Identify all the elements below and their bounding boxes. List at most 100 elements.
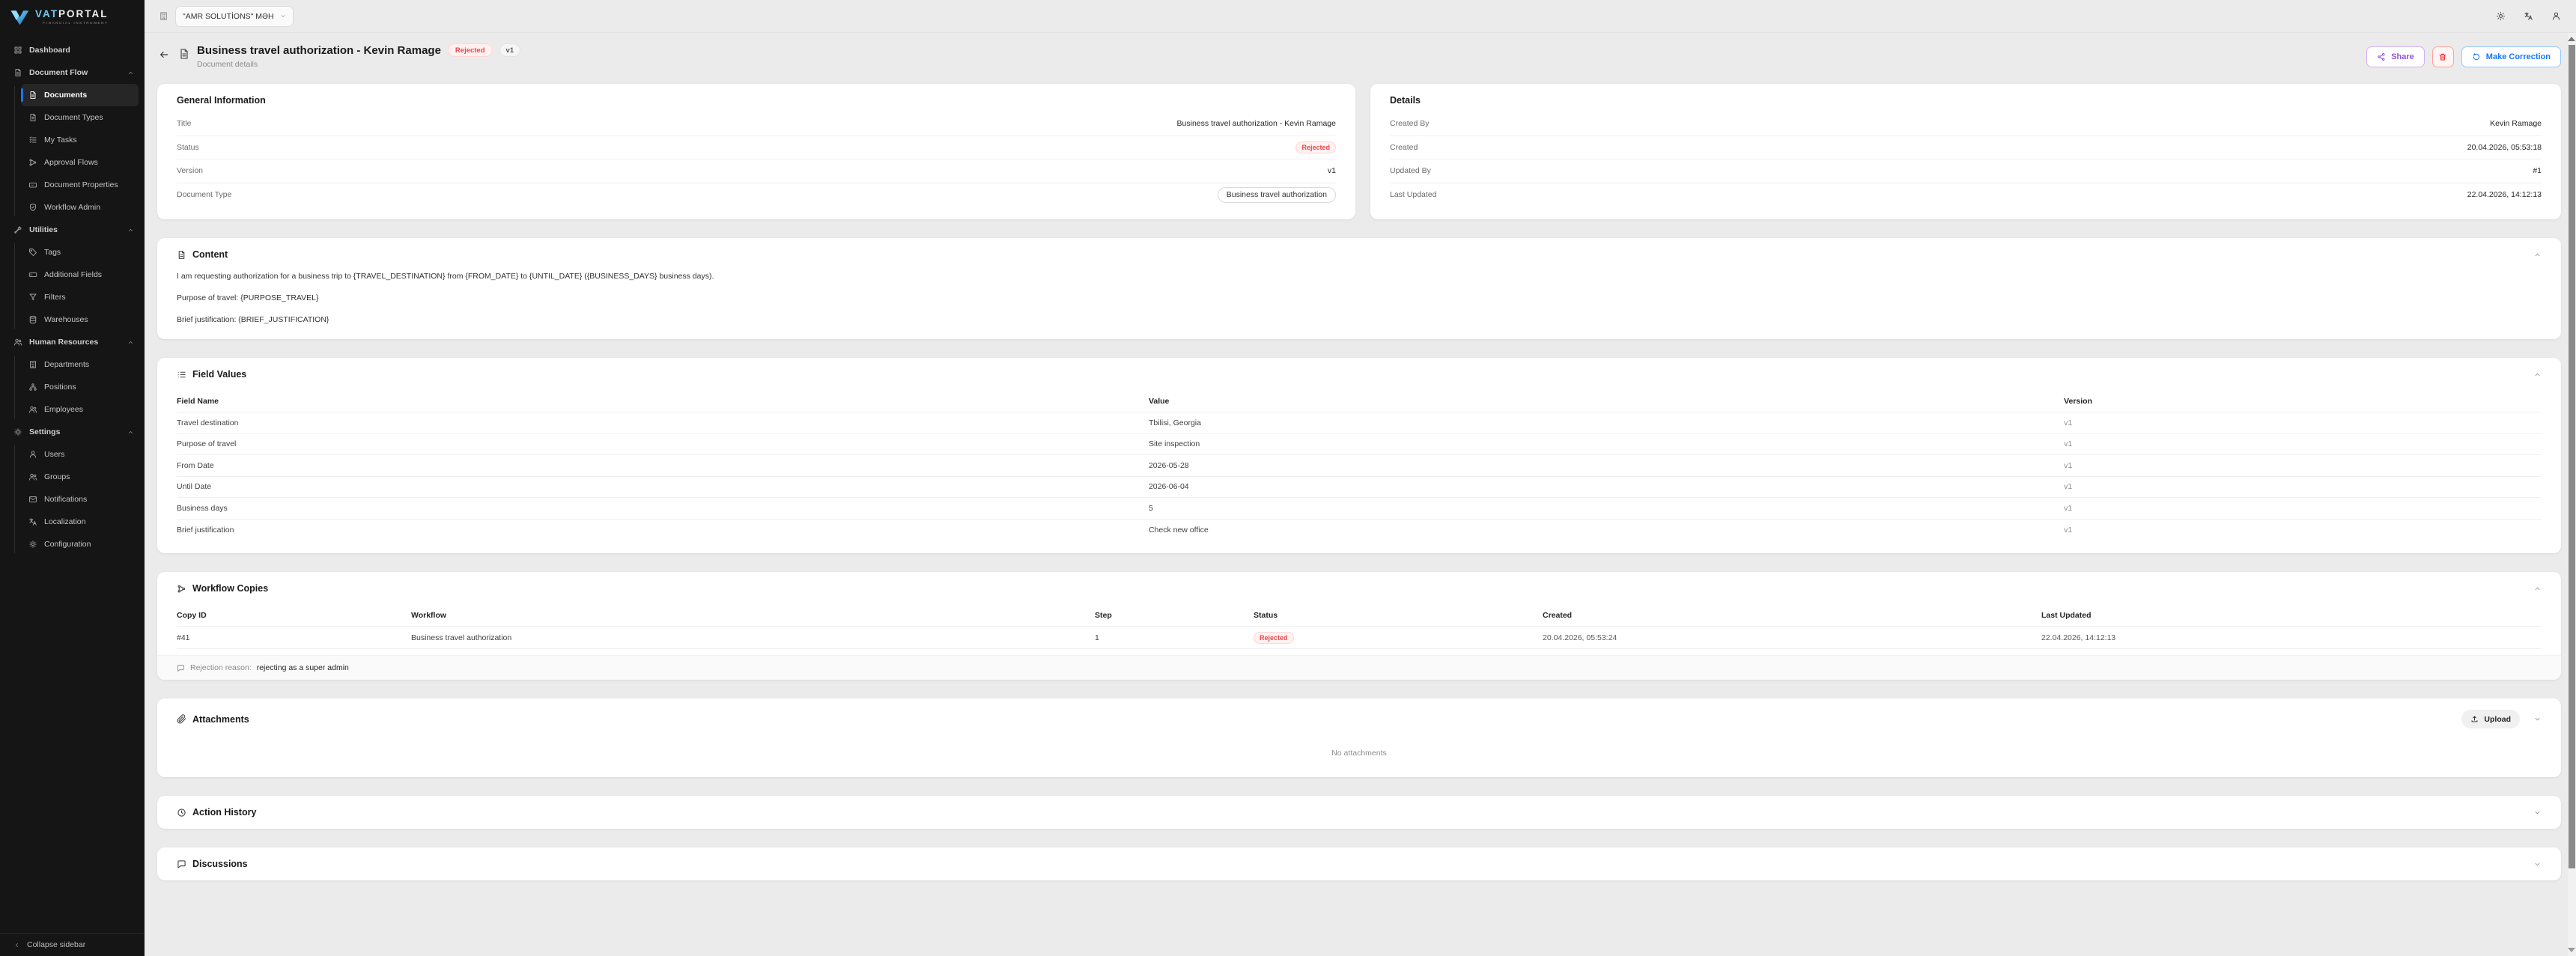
rejection-reason-row: Rejection reason: rejecting as a super a…: [157, 655, 2561, 680]
sidebar-item-label: Documents: [44, 91, 88, 100]
chevron-up-icon[interactable]: [2533, 585, 2542, 593]
section-title: Workflow Copies: [192, 583, 269, 594]
status-badge: Rejected: [1295, 141, 1336, 153]
scrollbar-up-arrow[interactable]: [2568, 37, 2575, 41]
step: 1: [1095, 633, 1099, 642]
people-icon: [28, 472, 37, 481]
last-updated-at: 22.04.2026, 14:12:13: [2041, 633, 2116, 642]
chevron-up-icon[interactable]: [2533, 251, 2542, 259]
section-title: Action History: [192, 807, 257, 818]
translate-icon[interactable]: [2524, 11, 2533, 21]
logo-vat: VAT: [35, 8, 58, 20]
delete-button[interactable]: [2431, 46, 2454, 67]
table-row: Business days 5 v1: [177, 498, 2542, 520]
app-root: VATPORTAL FINANCIAL INSTRUMENT Dashboard…: [0, 0, 2576, 956]
sidebar-item-workflow-admin[interactable]: Workflow Admin: [21, 196, 139, 219]
sidebar-item-label: Dashboard: [29, 46, 70, 55]
wrench-icon: [13, 225, 22, 234]
sidebar-item-label: Document Types: [44, 113, 103, 122]
chevron-up-icon: [127, 70, 134, 76]
sidebar-item-configuration[interactable]: Configuration: [21, 533, 139, 555]
sitemap-icon: [28, 383, 37, 392]
sidebar-item-my-tasks[interactable]: My Tasks: [21, 129, 139, 151]
copy-id: #41: [177, 633, 190, 642]
sidebar-item-additional-fields[interactable]: Additional Fields: [21, 264, 139, 286]
card-title: Details: [1390, 95, 1421, 106]
user-icon[interactable]: [2551, 11, 2561, 21]
utilities-children: Tags Additional Fields Filters Warehouse…: [0, 241, 145, 331]
sidebar-group-document-flow[interactable]: Document Flow: [0, 61, 145, 84]
section-title: Field Values: [192, 369, 247, 380]
share-button[interactable]: Share: [2366, 46, 2425, 67]
attachments-card: Attachments Upload No attachments: [157, 698, 2561, 777]
collapse-sidebar-button[interactable]: Collapse sidebar: [0, 933, 145, 956]
sidebar-item-groups[interactable]: Groups: [21, 466, 139, 488]
clock-history-icon: [177, 808, 186, 818]
app-logo: VATPORTAL FINANCIAL INSTRUMENT: [0, 0, 145, 34]
share-nodes-icon: [2377, 52, 2386, 61]
shield-check-icon: [28, 203, 37, 212]
gear-icon: [28, 540, 37, 549]
chevron-down-icon[interactable]: [2533, 715, 2542, 723]
sidebar-item-label: Users: [44, 450, 65, 459]
info-row-document-type: Document Type Business travel authorizat…: [177, 183, 1336, 207]
sidebar-item-approval-flows[interactable]: Approval Flows: [21, 151, 139, 174]
sidebar-item-filters[interactable]: Filters: [21, 286, 139, 308]
chevron-down-icon[interactable]: [2533, 860, 2542, 868]
content-body: I am requesting authorization for a busi…: [177, 272, 2542, 324]
sidebar-item-label: Departments: [44, 360, 90, 369]
upload-icon: [2470, 715, 2479, 723]
sidebar-item-users[interactable]: Users: [21, 443, 139, 466]
card-icon: [28, 180, 37, 189]
sidebar-item-positions[interactable]: Positions: [21, 376, 139, 398]
field-values-card: Field Values Field Name Value Version Tr…: [157, 358, 2561, 553]
details-card: Details Created By Kevin Ramage Created …: [1370, 84, 2561, 219]
scrollbar-thumb[interactable]: [2569, 45, 2575, 868]
sidebar-item-documents[interactable]: Documents: [21, 84, 139, 106]
chevron-left-icon: [13, 942, 20, 949]
sidebar-item-dashboard[interactable]: Dashboard: [0, 39, 145, 61]
sidebar-item-label: Workflow Admin: [44, 203, 101, 212]
sidebar-group-utilities[interactable]: Utilities: [0, 219, 145, 241]
tenant-selector[interactable]: "AMR SOLUTİONS" MƏHDU: [175, 5, 294, 27]
sidebar-item-employees[interactable]: Employees: [21, 398, 139, 421]
section-title: Content: [192, 249, 228, 260]
logo-tagline: FINANCIAL INSTRUMENT: [43, 20, 109, 25]
scrollbar[interactable]: [2568, 33, 2576, 956]
upload-button[interactable]: Upload: [2461, 710, 2520, 728]
sidebar-item-label: Tags: [44, 248, 61, 257]
chevron-up-icon[interactable]: [2533, 371, 2542, 379]
title-block: Business travel authorization - Kevin Ra…: [197, 43, 521, 69]
sidebar-item-label: Configuration: [44, 540, 91, 549]
collapse-sidebar-label: Collapse sidebar: [27, 940, 86, 949]
chevron-down-icon: [280, 13, 286, 19]
chat-icon: [177, 664, 185, 672]
translate-icon: [28, 517, 37, 526]
info-row-title: Title Business travel authorization - Ke…: [177, 112, 1336, 136]
sidebar-item-document-types[interactable]: Document Types: [21, 106, 139, 129]
sidebar-item-warehouses[interactable]: Warehouses: [21, 308, 139, 331]
scrollbar-down-arrow[interactable]: [2568, 948, 2575, 952]
table-row: Purpose of travel Site inspection v1: [177, 434, 2542, 455]
sidebar-item-label: Warehouses: [44, 315, 88, 324]
sidebar-nav: Dashboard Document Flow Documents Docume…: [0, 34, 145, 933]
page-subtitle: Document details: [197, 60, 258, 69]
sun-icon[interactable]: [2496, 11, 2506, 21]
discussions-card: Discussions: [157, 847, 2561, 880]
sidebar-item-tags[interactable]: Tags: [21, 241, 139, 264]
status-badge: Rejected: [1254, 631, 1294, 644]
sidebar-item-localization[interactable]: Localization: [21, 511, 139, 533]
sidebar-group-human-resources[interactable]: Human Resources: [0, 331, 145, 353]
sidebar-item-departments[interactable]: Departments: [21, 353, 139, 376]
page-title: Business travel authorization - Kevin Ra…: [197, 43, 441, 57]
sidebar-item-notifications[interactable]: Notifications: [21, 488, 139, 511]
back-button[interactable]: [159, 49, 169, 60]
table-row: Brief justification Check new office v1: [177, 525, 2073, 535]
sidebar-item-label: Approval Flows: [44, 158, 98, 167]
sidebar-group-settings[interactable]: Settings: [0, 421, 145, 443]
database-icon: [28, 315, 37, 324]
sidebar-item-document-properties[interactable]: Document Properties: [21, 174, 139, 196]
chevron-down-icon[interactable]: [2533, 809, 2542, 817]
page-header: Business travel authorization - Kevin Ra…: [157, 43, 2561, 69]
make-correction-button[interactable]: Make Correction: [2461, 46, 2561, 67]
